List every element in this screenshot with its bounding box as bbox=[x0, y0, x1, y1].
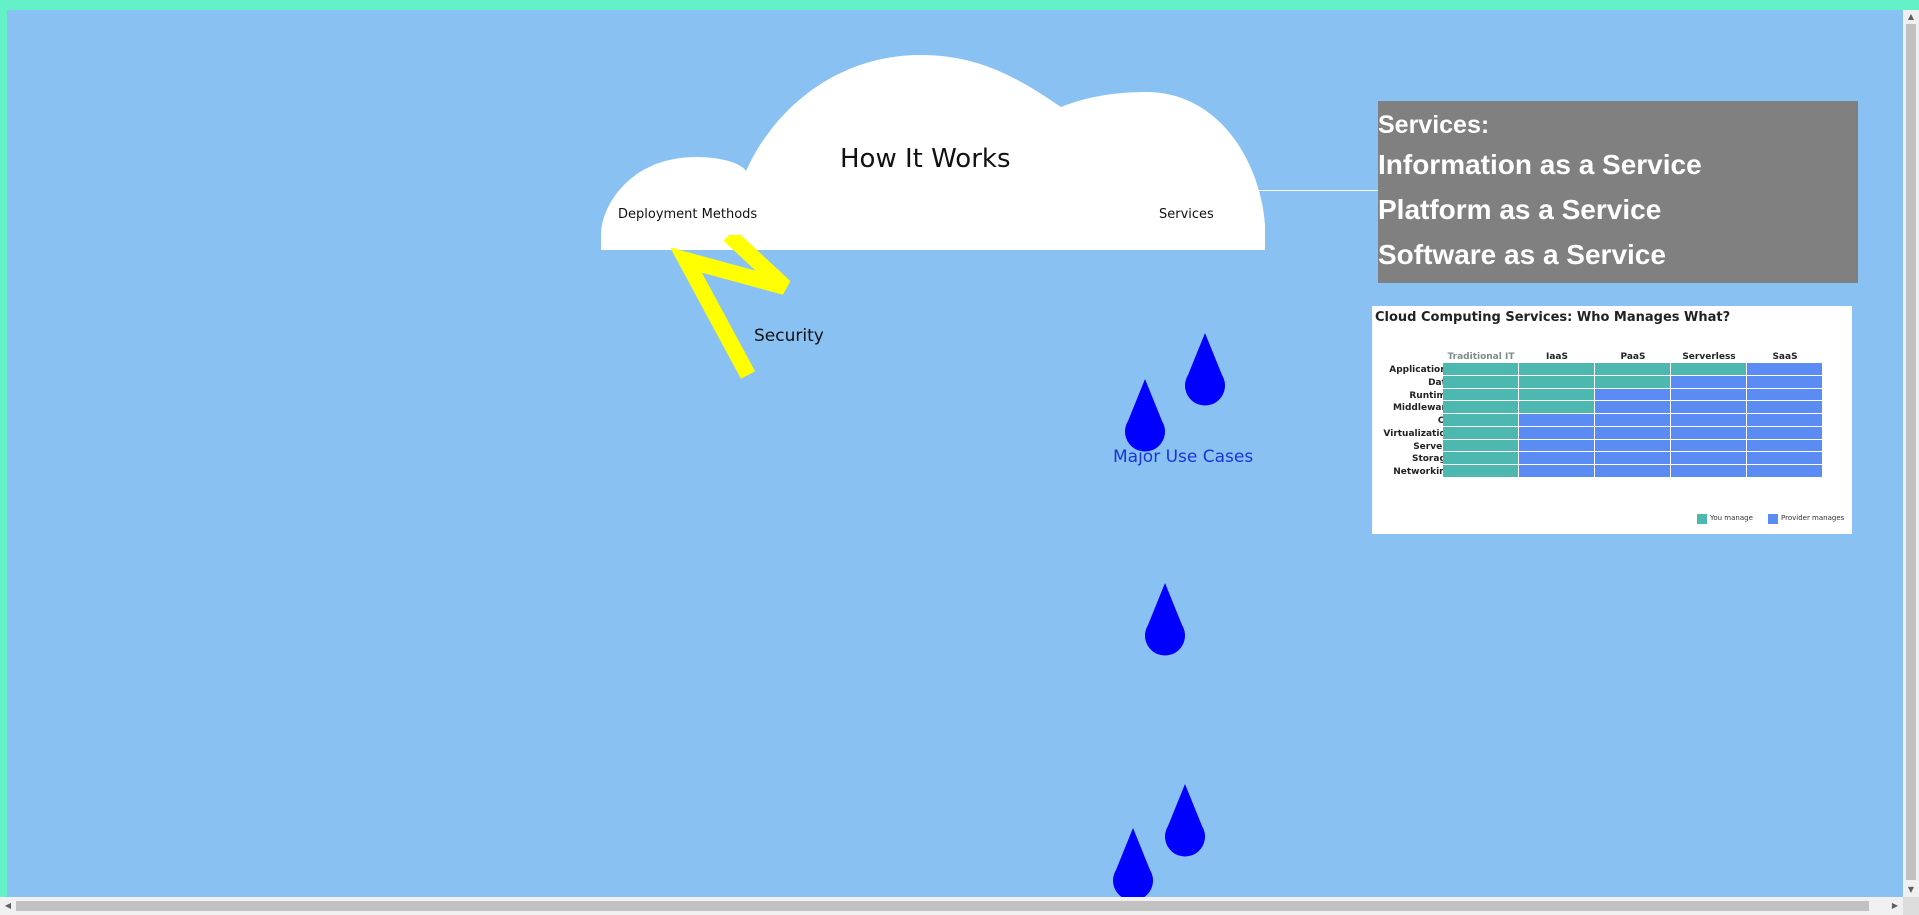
matrix-cell-provider-manages bbox=[1747, 465, 1822, 477]
matrix-cell-you-manage bbox=[1519, 401, 1594, 413]
matrix-cell-you-manage bbox=[1595, 375, 1670, 388]
raindrop-icon[interactable] bbox=[1179, 333, 1231, 408]
raindrop-icon[interactable] bbox=[1159, 784, 1211, 859]
legend-label: You manage bbox=[1710, 514, 1753, 522]
matrix-cell-provider-manages bbox=[1671, 375, 1746, 388]
matrix-cell-provider-manages bbox=[1519, 426, 1594, 439]
scroll-up-icon[interactable]: ▲ bbox=[1903, 10, 1919, 24]
deployment-methods-link[interactable]: Deployment Methods bbox=[618, 207, 757, 222]
matrix-title: Cloud Computing Services: Who Manages Wh… bbox=[1375, 310, 1731, 325]
matrix-row-header: Virtualization bbox=[1383, 428, 1452, 439]
raindrop-icon[interactable] bbox=[1139, 583, 1191, 658]
matrix-row-header: Middleware bbox=[1392, 403, 1452, 414]
legend-label: Provider manages bbox=[1781, 514, 1845, 522]
matrix-row-header: Storage bbox=[1411, 454, 1452, 465]
matrix-cell-provider-manages bbox=[1595, 401, 1670, 413]
major-use-cases-link[interactable]: Major Use Cases bbox=[1113, 447, 1253, 467]
matrix-cell-provider-manages bbox=[1671, 426, 1746, 439]
raindrop-icon[interactable] bbox=[1107, 828, 1159, 897]
security-link[interactable]: Security bbox=[754, 326, 824, 346]
matrix-cell-provider-manages bbox=[1595, 465, 1670, 477]
matrix-column-header: Traditional IT bbox=[1447, 352, 1515, 362]
matrix-cell-provider-manages bbox=[1747, 439, 1822, 452]
matrix-column-header: SaaS bbox=[1772, 352, 1798, 362]
matrix-row-header: Runtime bbox=[1409, 390, 1452, 401]
legend-swatch-you-manage bbox=[1697, 514, 1707, 524]
scroll-right-icon[interactable]: ▶ bbox=[1887, 897, 1903, 915]
matrix-cell-provider-manages bbox=[1671, 465, 1746, 477]
page-canvas: How It Works Deployment Methods Services… bbox=[7, 10, 1903, 897]
matrix-cell-you-manage bbox=[1443, 414, 1518, 426]
vertical-scrollbar[interactable]: ▲ ▼ bbox=[1903, 10, 1919, 897]
matrix-row-header: Servers bbox=[1413, 441, 1452, 452]
matrix-cell-provider-manages bbox=[1747, 388, 1822, 401]
matrix-cell-provider-manages bbox=[1519, 452, 1594, 464]
page-title: How It Works bbox=[840, 144, 1011, 174]
matrix-cell-you-manage bbox=[1443, 375, 1518, 388]
matrix-cell-you-manage bbox=[1671, 363, 1746, 375]
matrix-cell-provider-manages bbox=[1747, 414, 1822, 426]
matrix-cell-provider-manages bbox=[1671, 401, 1746, 413]
matrix-row-header: OS bbox=[1372, 416, 1452, 426]
horizontal-scroll-thumb[interactable] bbox=[16, 901, 1869, 911]
matrix-cell-provider-manages bbox=[1595, 414, 1670, 426]
services-heading: Services: bbox=[1378, 111, 1490, 139]
matrix-cell-you-manage bbox=[1519, 363, 1594, 375]
matrix-column-header: Serverless bbox=[1682, 352, 1736, 362]
scrollbar-corner bbox=[1903, 897, 1919, 915]
matrix-cell-you-manage bbox=[1443, 363, 1518, 375]
matrix-cell-you-manage bbox=[1595, 363, 1670, 375]
matrix-cell-provider-manages bbox=[1747, 363, 1822, 375]
services-panel: Services: Information as a Service Platf… bbox=[1378, 101, 1858, 283]
vertical-scroll-thumb[interactable] bbox=[1906, 24, 1916, 880]
service-item-iaas: Information as a Service bbox=[1378, 149, 1702, 180]
matrix-cell-provider-manages bbox=[1747, 426, 1822, 439]
service-responsibility-matrix: Cloud Computing Services: Who Manages Wh… bbox=[1372, 306, 1852, 534]
matrix-cell-you-manage bbox=[1443, 439, 1518, 452]
service-item-paas: Platform as a Service bbox=[1378, 194, 1662, 225]
connector-line bbox=[1255, 190, 1385, 191]
matrix-row-header: Applications bbox=[1389, 365, 1452, 375]
matrix-cell-provider-manages bbox=[1595, 439, 1670, 452]
matrix-cell-provider-manages bbox=[1519, 465, 1594, 477]
matrix-cell-provider-manages bbox=[1747, 375, 1822, 388]
matrix-column-header: PaaS bbox=[1620, 352, 1646, 362]
matrix-cell-you-manage bbox=[1443, 401, 1518, 413]
horizontal-scrollbar[interactable]: ◀ ▶ bbox=[0, 897, 1903, 915]
matrix-cell-provider-manages bbox=[1747, 401, 1822, 413]
matrix-cell-provider-manages bbox=[1671, 452, 1746, 464]
scroll-down-icon[interactable]: ▼ bbox=[1903, 883, 1919, 897]
matrix-cell-provider-manages bbox=[1595, 388, 1670, 401]
matrix-cell-you-manage bbox=[1519, 375, 1594, 388]
matrix-cell-provider-manages bbox=[1671, 388, 1746, 401]
matrix-cell-you-manage bbox=[1519, 388, 1594, 401]
matrix-cell-you-manage bbox=[1443, 465, 1518, 477]
raindrop-icon[interactable] bbox=[1119, 379, 1171, 454]
matrix-cell-provider-manages bbox=[1519, 414, 1594, 426]
matrix-cell-provider-manages bbox=[1595, 452, 1670, 464]
matrix-column-header: IaaS bbox=[1546, 352, 1568, 362]
matrix-cell-provider-manages bbox=[1671, 439, 1746, 452]
service-item-saas: Software as a Service bbox=[1378, 239, 1666, 270]
matrix-cell-provider-manages bbox=[1671, 414, 1746, 426]
legend-swatch-provider-manages bbox=[1768, 514, 1778, 524]
matrix-cell-provider-manages bbox=[1519, 439, 1594, 452]
matrix-cell-you-manage bbox=[1443, 452, 1518, 464]
services-link[interactable]: Services bbox=[1159, 207, 1214, 222]
matrix-cell-provider-manages bbox=[1747, 452, 1822, 464]
matrix-cell-you-manage bbox=[1443, 426, 1518, 439]
scroll-left-icon[interactable]: ◀ bbox=[0, 897, 16, 915]
matrix-cell-you-manage bbox=[1443, 388, 1518, 401]
matrix-row-header: Data bbox=[1428, 377, 1452, 388]
matrix-cell-provider-manages bbox=[1595, 426, 1670, 439]
matrix-row-header: Networking bbox=[1393, 467, 1452, 477]
